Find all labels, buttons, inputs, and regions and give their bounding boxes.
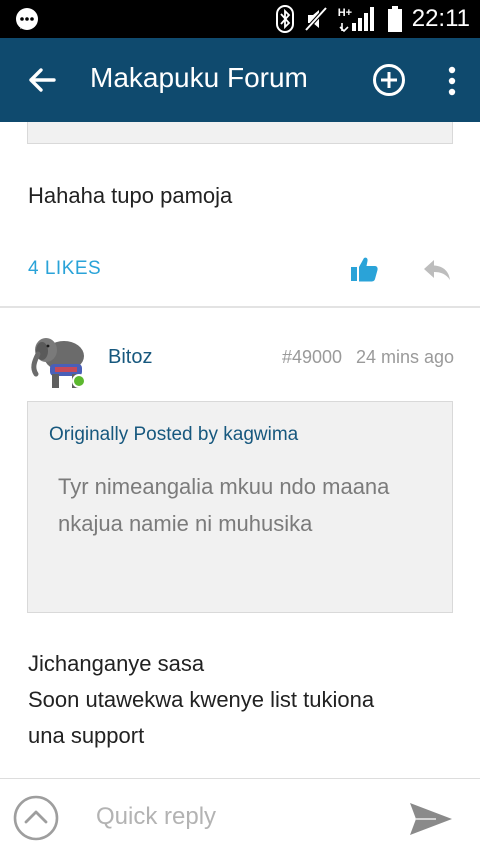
send-icon[interactable]	[408, 801, 454, 837]
quick-reply-input[interactable]	[96, 797, 386, 837]
online-status-dot	[72, 374, 86, 388]
post-body-line: Jichanganye sasa	[28, 651, 205, 676]
signal-icon: H+	[338, 5, 378, 33]
bluetooth-icon	[275, 5, 294, 33]
mute-icon	[304, 6, 328, 32]
status-time: 22:11	[411, 5, 470, 32]
post-number[interactable]: #49000	[282, 347, 342, 368]
quick-reply-bar	[0, 778, 480, 854]
quote-text: Tyr nimeangalia mkuu ndo maana nkajua na…	[58, 474, 390, 536]
quote-box-tail	[27, 122, 453, 144]
status-bar: H+ 22:11	[0, 0, 480, 38]
quote-header[interactable]: Originally Posted by kagwima	[49, 424, 298, 446]
add-circle-icon[interactable]	[372, 63, 406, 97]
quote-box: Originally Posted by kagwima Tyr nimeang…	[27, 401, 453, 613]
post-timestamp: 24 mins ago	[356, 347, 455, 367]
likes-count[interactable]: 4 LIKES	[28, 258, 101, 280]
post-author[interactable]: Bitoz	[108, 346, 152, 369]
post-body-line: una support	[28, 723, 145, 748]
expand-up-icon[interactable]	[13, 795, 59, 841]
app-bar: Makapuku Forum	[0, 38, 480, 122]
more-vert-icon[interactable]	[444, 66, 460, 96]
back-arrow-icon[interactable]	[26, 64, 58, 96]
messenger-icon	[16, 8, 38, 30]
battery-icon	[387, 6, 402, 32]
thumbs-up-icon[interactable]	[350, 256, 378, 282]
post-body-line: Soon utawekwa kwenye list tukiona	[28, 687, 375, 712]
reply-arrow-icon[interactable]	[422, 258, 452, 282]
page-title: Makapuku Forum	[90, 62, 308, 93]
previous-post-text: Hahaha tupo pamoja	[28, 183, 233, 208]
post-divider	[0, 306, 480, 308]
thread-content[interactable]: Hahaha tupo pamoja 4 LIKES Bitoz #49000 …	[0, 122, 480, 778]
